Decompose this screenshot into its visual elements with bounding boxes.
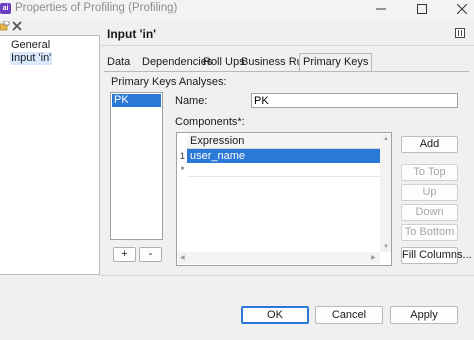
fill-columns-button[interactable]: Fill Columns... <box>401 247 472 264</box>
add-component-button[interactable]: Add <box>401 136 458 153</box>
column-header-expression[interactable]: Expression <box>187 134 380 149</box>
up-button[interactable]: Up <box>401 184 458 201</box>
to-bottom-button[interactable]: To Bottom <box>401 224 458 241</box>
minimize-icon <box>376 8 386 10</box>
tree-item-general[interactable]: General <box>10 39 51 52</box>
scroll-right-icon[interactable]: ▶ <box>371 255 376 261</box>
add-key-button[interactable]: + <box>113 247 136 262</box>
delete-icon[interactable] <box>12 21 22 31</box>
new-folder-icon[interactable] <box>0 21 10 31</box>
tree-toolbar <box>0 19 100 35</box>
scroll-up-icon[interactable]: ▲ <box>383 136 389 142</box>
window-title: Properties of Profiling (Profiling) <box>15 2 178 14</box>
page-title: Input 'in' <box>107 27 157 41</box>
tab-data[interactable]: Data <box>104 54 133 72</box>
close-icon <box>457 4 467 14</box>
vertical-scrollbar[interactable]: ▲ ▼ <box>380 134 391 252</box>
new-row-marker: * <box>180 165 185 175</box>
close-button[interactable] <box>444 0 474 18</box>
components-table[interactable]: Expression 1 user_name * ▲ ▼ ◀ ▶ <box>176 132 392 266</box>
table-row-new[interactable] <box>187 163 380 177</box>
tab-primary-keys[interactable]: Primary Keys <box>299 53 373 72</box>
ok-button[interactable]: OK <box>241 306 309 324</box>
primary-keys-analyses-label: Primary Keys Analyses: <box>111 76 227 88</box>
scroll-down-icon[interactable]: ▼ <box>383 244 389 250</box>
primary-keys-list[interactable]: PK <box>110 92 163 240</box>
list-item[interactable]: PK <box>112 94 161 107</box>
apply-button[interactable]: Apply <box>390 306 458 324</box>
cancel-button[interactable]: Cancel <box>315 306 383 324</box>
name-label: Name: <box>175 95 208 107</box>
name-field[interactable] <box>251 93 458 108</box>
minimize-button[interactable] <box>363 0 399 18</box>
to-top-button[interactable]: To Top <box>401 164 458 181</box>
app-icon: ai <box>0 3 11 14</box>
row-number: 1 <box>179 151 185 161</box>
header-divider <box>101 45 474 46</box>
grid-icon[interactable] <box>455 28 465 38</box>
title-bar: ai Properties of Profiling (Profiling) <box>0 0 474 18</box>
bottom-divider <box>101 275 474 276</box>
down-button[interactable]: Down <box>401 204 458 221</box>
header-band <box>101 19 474 47</box>
tree-item-input-in[interactable]: Input 'in' <box>10 52 53 65</box>
horizontal-scrollbar[interactable]: ◀ ▶ <box>178 252 380 264</box>
tab-underline <box>104 71 469 72</box>
maximize-button[interactable] <box>404 0 440 18</box>
maximize-icon <box>417 4 427 14</box>
properties-tree[interactable]: General Input 'in' <box>0 35 100 275</box>
components-label: Components*: <box>175 116 245 128</box>
table-row[interactable]: user_name <box>187 149 380 163</box>
remove-key-button[interactable]: - <box>139 247 162 262</box>
scroll-left-icon[interactable]: ◀ <box>180 255 185 261</box>
